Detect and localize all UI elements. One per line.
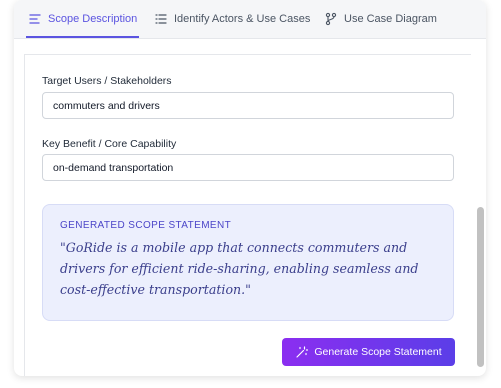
tab-label: Scope Description [48, 13, 138, 25]
diagram-icon [324, 12, 338, 26]
scope-form-panel: Target Users / Stakeholders Key Benefit … [24, 54, 471, 376]
target-users-input[interactable] [42, 92, 454, 119]
tab-scope-description[interactable]: Scope Description [25, 0, 140, 38]
list-icon [154, 12, 168, 26]
target-users-label: Target Users / Stakeholders [42, 75, 172, 87]
statement-title: GENERATED SCOPE STATEMENT [60, 220, 232, 231]
key-benefit-input[interactable] [42, 154, 454, 181]
generate-button-label: Generate Scope Statement [314, 346, 442, 358]
key-benefit-label: Key Benefit / Core Capability [42, 138, 177, 150]
generate-scope-statement-button[interactable]: Generate Scope Statement [282, 338, 455, 366]
align-left-icon [28, 12, 42, 26]
tab-use-case-diagram[interactable]: Use Case Diagram [324, 0, 437, 38]
magic-wand-icon [295, 345, 309, 359]
tab-identify-actors[interactable]: Identify Actors & Use Cases [154, 0, 310, 38]
scope-card: Scope Description Identify Actors & Use … [14, 0, 486, 376]
tab-bar: Scope Description Identify Actors & Use … [14, 0, 486, 39]
tab-label: Identify Actors & Use Cases [174, 13, 311, 25]
statement-text: "GoRide is a mobile app that connects co… [60, 240, 419, 297]
generated-scope-statement: GENERATED SCOPE STATEMENT "GoRide is a m… [42, 204, 454, 321]
tab-label: Use Case Diagram [344, 13, 437, 25]
scrollbar-thumb[interactable] [477, 207, 484, 367]
